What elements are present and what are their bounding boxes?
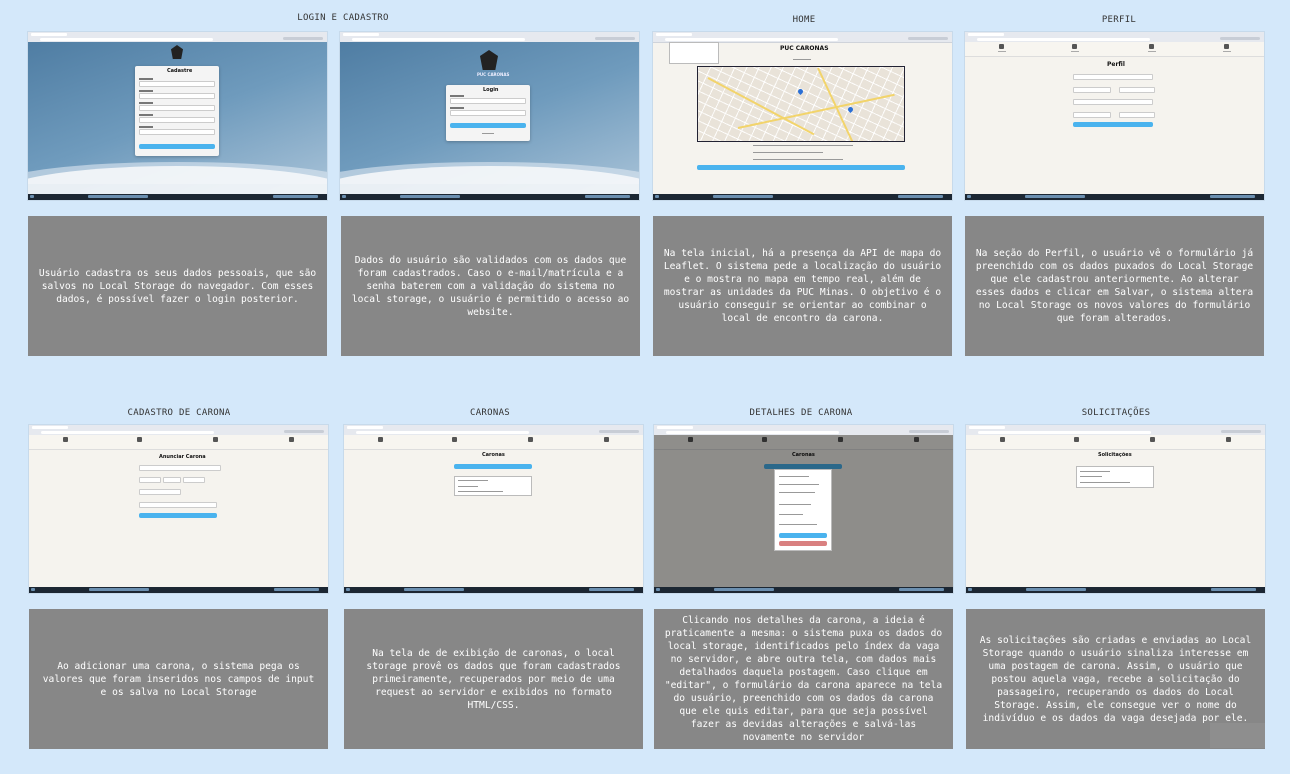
matricula-field[interactable] — [139, 105, 215, 111]
name-field[interactable] — [139, 81, 215, 87]
login-heading: Login — [483, 87, 499, 93]
email-field[interactable] — [139, 93, 215, 99]
car-nav-icon[interactable] — [1074, 437, 1079, 442]
screenshot-detalhes-carona: Caronas — [654, 425, 953, 593]
leaflet-map[interactable] — [697, 66, 905, 142]
senha-field[interactable] — [1119, 112, 1155, 118]
location-permission-popup[interactable] — [669, 42, 719, 64]
solicitacao-card[interactable] — [1076, 466, 1154, 488]
taskbar — [965, 194, 1264, 200]
top-nav — [29, 435, 328, 450]
register-link[interactable] — [482, 133, 494, 134]
profile-nav-icon[interactable] — [604, 437, 609, 442]
profile-nav-icon[interactable] — [1224, 44, 1229, 49]
vagas-field[interactable] — [183, 477, 205, 483]
panel-title-detalhes: DETALHES DE CARONA — [749, 408, 853, 418]
corner-overlay — [1210, 723, 1265, 748]
excluir-button[interactable] — [779, 541, 827, 546]
screenshot-login: PUC CARONAS Login — [340, 32, 639, 200]
data-field[interactable] — [163, 477, 181, 483]
map-pin-icon[interactable] — [796, 87, 805, 96]
editar-button[interactable] — [779, 533, 827, 538]
nome-field[interactable] — [1073, 74, 1153, 80]
cadastro-heading: Cadastre — [167, 68, 193, 74]
screenshot-perfil: Perfil — [965, 32, 1264, 200]
screenshot-caronas: Caronas — [344, 425, 643, 593]
profile-nav-icon[interactable] — [1226, 437, 1231, 442]
top-nav — [344, 435, 643, 450]
salvar-button[interactable] — [1073, 122, 1153, 127]
info-item — [753, 152, 823, 153]
description-card: Na seção do Perfil, o usuário vê o formu… — [965, 216, 1264, 356]
login-brand: PUC CARONAS — [477, 72, 510, 77]
map-pin-icon[interactable] — [846, 105, 855, 114]
panel-title-home: HOME — [792, 15, 816, 25]
cadastro-form: Cadastre — [135, 66, 219, 156]
detalhes-modal — [774, 469, 832, 551]
perfil-heading: Perfil — [1107, 61, 1125, 68]
panel-title-login: LOGIN E CADASTRO — [297, 13, 389, 23]
screenshot-cadastro: Cadastre — [28, 32, 327, 200]
panel-title-caronas: CARONAS — [469, 408, 511, 418]
home-nav-icon[interactable] — [1000, 437, 1005, 442]
panel-title-cadastro-carona: CADASTRO DE CARONA — [127, 408, 231, 418]
horario-field[interactable] — [139, 477, 161, 483]
taskbar — [653, 194, 952, 200]
home-heading: PUC CARONAS — [780, 45, 829, 52]
observacoes-field[interactable] — [139, 502, 217, 508]
email-matricula-field[interactable] — [450, 98, 526, 104]
description-card: Na tela de de exibição de caronas, o loc… — [344, 609, 643, 749]
description-card: Usuário cadastra os seus dados pessoais,… — [28, 216, 327, 356]
home-nav-icon[interactable] — [999, 44, 1004, 49]
login-form: Login — [446, 85, 530, 141]
destino-field[interactable] — [139, 489, 181, 495]
requests-nav-icon[interactable] — [1149, 44, 1154, 49]
solicitacoes-heading: Solicitações — [1098, 452, 1132, 458]
home-nav-icon[interactable] — [378, 437, 383, 442]
cadastrar-button[interactable] — [139, 144, 215, 149]
taskbar — [344, 587, 643, 593]
requests-nav-icon[interactable] — [213, 437, 218, 442]
top-nav — [965, 42, 1264, 57]
car-nav-icon[interactable] — [1072, 44, 1077, 49]
taskbar — [340, 194, 639, 200]
taskbar — [966, 587, 1265, 593]
taskbar — [654, 587, 953, 593]
panel-title-solicitacoes: SOLICITAÇÕES — [1081, 408, 1151, 418]
top-nav — [966, 435, 1265, 450]
phone-field[interactable] — [139, 117, 215, 123]
email-field[interactable] — [1073, 99, 1153, 105]
panel-title-perfil: PERFIL — [1101, 15, 1137, 25]
taskbar — [28, 194, 327, 200]
periodo-field[interactable] — [1119, 87, 1155, 93]
home-nav-icon[interactable] — [63, 437, 68, 442]
profile-nav-icon[interactable] — [289, 437, 294, 442]
screenshot-home: PUC CARONAS — [653, 32, 952, 200]
description-card: Na tela inicial, há a presença da API de… — [653, 216, 952, 356]
info-item — [753, 159, 843, 160]
requests-nav-icon[interactable] — [528, 437, 533, 442]
info-item — [753, 145, 853, 146]
telefone-field[interactable] — [1073, 112, 1111, 118]
taskbar — [29, 587, 328, 593]
car-nav-icon[interactable] — [452, 437, 457, 442]
description-card: Ao adicionar uma carona, o sistema pega … — [29, 609, 328, 749]
description-card: Dados do usuário são validados com os da… — [341, 216, 640, 356]
screenshot-anunciar-carona: Anunciar Carona — [29, 425, 328, 593]
screenshot-solicitacoes: Solicitações — [966, 425, 1265, 593]
car-nav-icon[interactable] — [137, 437, 142, 442]
password-field[interactable] — [139, 129, 215, 135]
requests-nav-icon[interactable] — [1150, 437, 1155, 442]
home-action-button[interactable] — [697, 165, 905, 170]
curso-field[interactable] — [1073, 87, 1111, 93]
caronas-heading: Caronas — [482, 452, 505, 458]
anunciar-button[interactable] — [139, 513, 217, 518]
anunciar-heading: Anunciar Carona — [159, 454, 206, 460]
origem-field[interactable] — [139, 465, 221, 471]
description-card: Clicando nos detalhes da carona, a ideia… — [654, 609, 953, 749]
carona-card[interactable] — [454, 476, 532, 496]
login-button[interactable] — [450, 123, 526, 128]
nova-carona-button[interactable] — [454, 464, 532, 469]
password-field[interactable] — [450, 110, 526, 116]
